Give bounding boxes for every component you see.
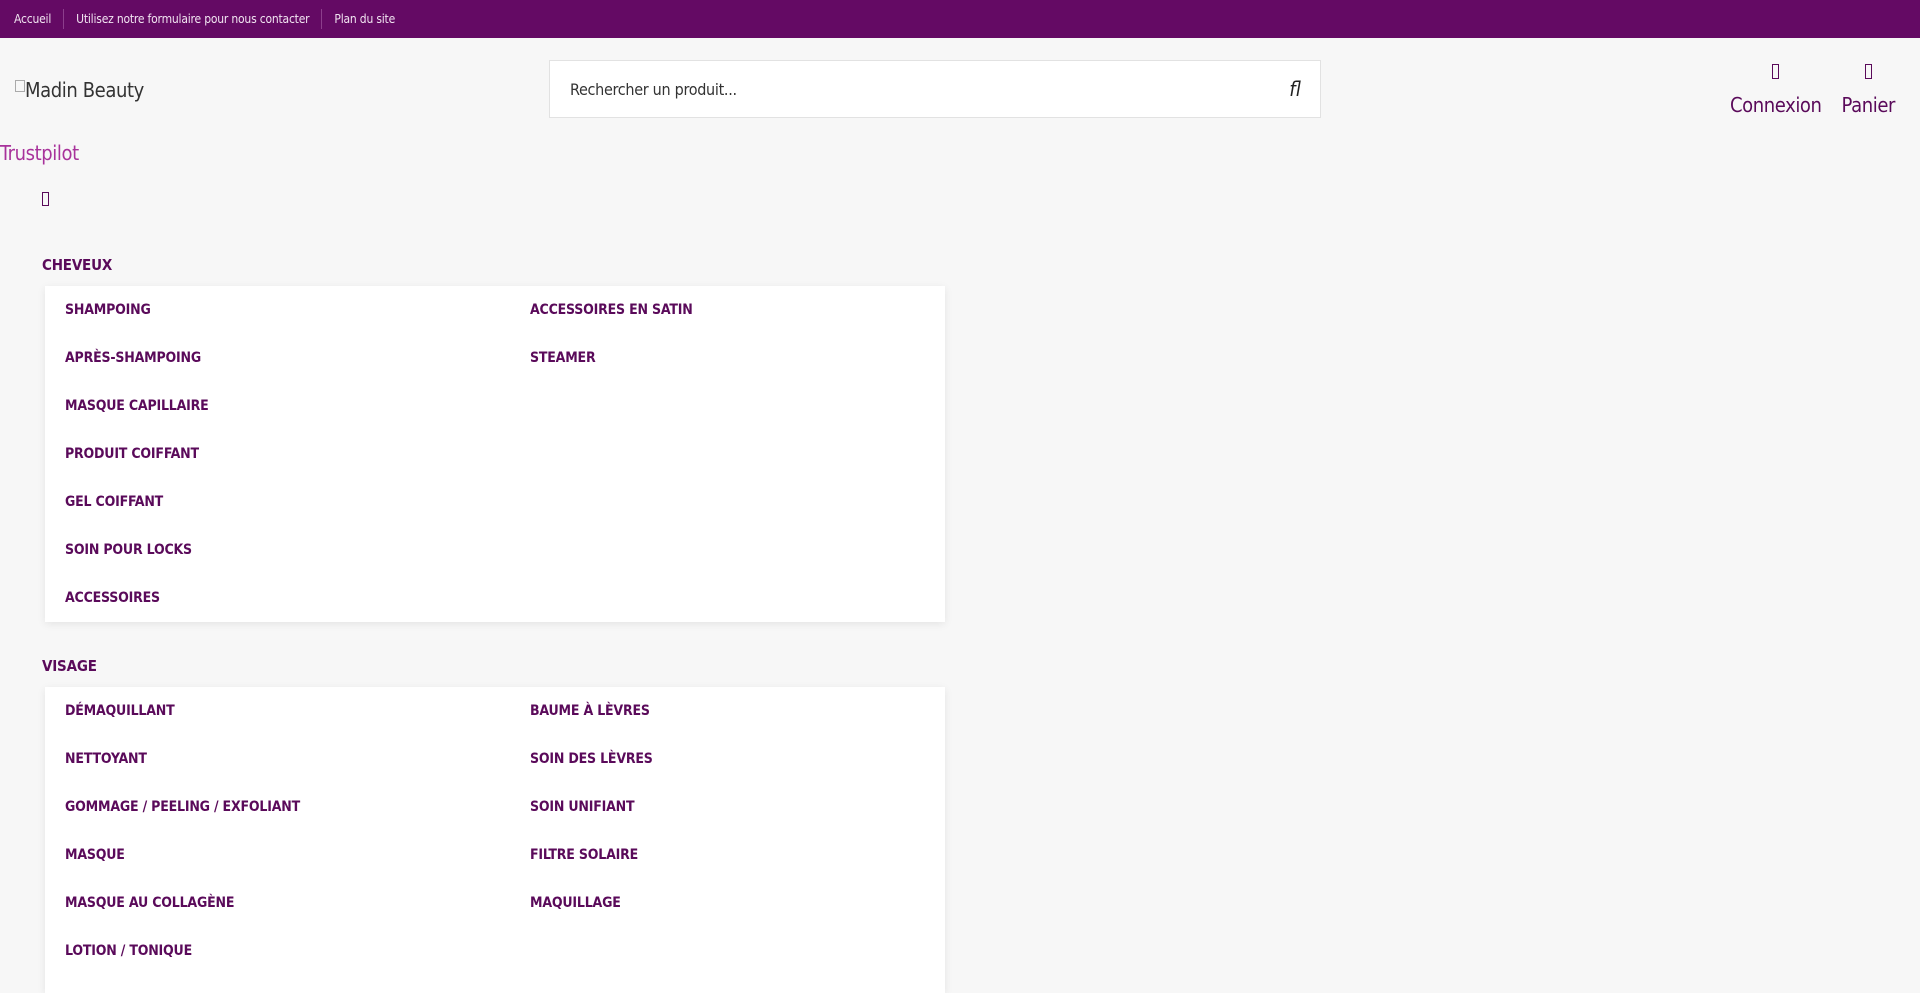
submenu-item[interactable]: MAQUILLAGE — [530, 879, 653, 927]
topbar-link-contact[interactable]: Utilisez notre formulaire pour nous cont… — [63, 9, 321, 29]
submenu-item[interactable]: BAUME À LÈVRES — [530, 687, 653, 735]
search-bar: fl — [549, 60, 1321, 118]
cart-label: Panier — [1841, 93, 1896, 117]
submenu-item[interactable]: LOTION / TONIQUE — [65, 927, 300, 975]
search-button[interactable]: fl — [1270, 61, 1320, 117]
submenu-item[interactable]: ACCESSOIRES — [65, 574, 209, 622]
site-header: Madin Beauty fl Connexion Panier — [0, 38, 1920, 148]
submenu-panel-visage: DÉMAQUILLANT NETTOYANT GOMMAGE / PEELING… — [45, 687, 945, 993]
submenu-item[interactable]: GEL COIFFANT — [65, 478, 209, 526]
logo[interactable]: Madin Beauty — [15, 78, 144, 102]
cart-button[interactable]: Panier — [1842, 58, 1895, 117]
submenu-item[interactable]: GOMMAGE / PEELING / EXFOLIANT — [65, 783, 300, 831]
header-actions: Connexion Panier — [1730, 58, 1895, 117]
submenu-item[interactable]: MASQUE CAPILLAIRE — [65, 382, 209, 430]
menu-toggle-icon[interactable] — [42, 192, 49, 206]
submenu-item[interactable]: FILTRE SOLAIRE — [530, 831, 653, 879]
category-title-visage[interactable]: VISAGE — [42, 657, 97, 675]
trustpilot-link[interactable]: Trustpilot — [0, 141, 79, 165]
category-title-cheveux[interactable]: CHEVEUX — [42, 256, 112, 274]
submenu-column-left: DÉMAQUILLANT NETTOYANT GOMMAGE / PEELING… — [65, 687, 300, 975]
submenu-item[interactable]: SOIN UNIFIANT — [530, 783, 653, 831]
login-button[interactable]: Connexion — [1730, 58, 1822, 117]
submenu-column-left: SHAMPOING APRÈS-SHAMPOING MASQUE CAPILLA… — [65, 286, 209, 622]
submenu-column-right: BAUME À LÈVRES SOIN DES LÈVRES SOIN UNIF… — [530, 687, 653, 927]
logo-alt-text: Madin Beauty — [25, 78, 144, 102]
cart-icon — [1864, 64, 1872, 79]
user-icon — [1772, 64, 1780, 79]
submenu-item[interactable]: SHAMPOING — [65, 286, 209, 334]
search-input[interactable] — [550, 60, 1270, 118]
submenu-item[interactable]: ACCESSOIRES EN SATIN — [530, 286, 693, 334]
submenu-item[interactable]: MASQUE — [65, 831, 300, 879]
submenu-item[interactable]: SOIN DES LÈVRES — [530, 735, 653, 783]
submenu-item[interactable]: SOIN POUR LOCKS — [65, 526, 209, 574]
broken-image-icon — [15, 80, 25, 92]
submenu-column-right: ACCESSOIRES EN SATIN STEAMER — [530, 286, 693, 382]
submenu-panel-cheveux: SHAMPOING APRÈS-SHAMPOING MASQUE CAPILLA… — [45, 286, 945, 622]
submenu-item[interactable]: DÉMAQUILLANT — [65, 687, 300, 735]
submenu-item[interactable]: APRÈS-SHAMPOING — [65, 334, 209, 382]
login-label: Connexion — [1729, 93, 1822, 117]
topbar-link-home[interactable]: Accueil — [14, 9, 63, 29]
topbar-link-sitemap[interactable]: Plan du site — [321, 9, 407, 29]
submenu-item[interactable]: MASQUE AU COLLAGÈNE — [65, 879, 300, 927]
top-utility-bar: Accueil Utilisez notre formulaire pour n… — [0, 0, 1920, 38]
submenu-item[interactable]: NETTOYANT — [65, 735, 300, 783]
submenu-item[interactable]: STEAMER — [530, 334, 693, 382]
submenu-item[interactable]: PRODUIT COIFFANT — [65, 430, 209, 478]
